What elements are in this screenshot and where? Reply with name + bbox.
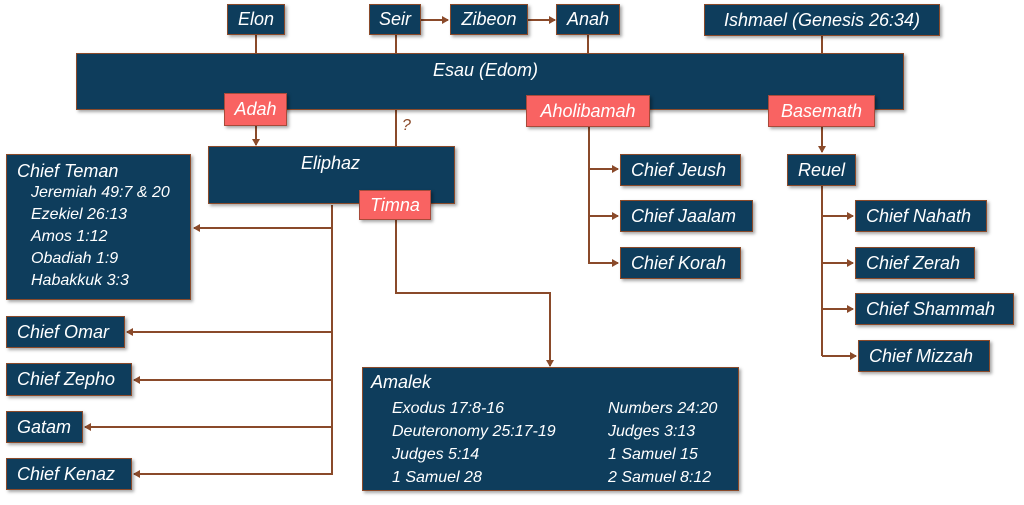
node-chief-omar[interactable]: Chief Omar bbox=[6, 316, 125, 348]
elon-label: Elon bbox=[237, 9, 275, 29]
node-elon[interactable]: Elon bbox=[227, 4, 285, 35]
zerah-label: Chief Zerah bbox=[866, 252, 961, 273]
node-chief-jeush[interactable]: Chief Jeush bbox=[620, 154, 741, 186]
node-seir[interactable]: Seir bbox=[369, 4, 421, 35]
amalek-ref: Deuteronomy 25:17-19 bbox=[392, 423, 556, 440]
kenaz-label: Chief Kenaz bbox=[17, 463, 116, 484]
node-adah[interactable]: Adah bbox=[224, 93, 287, 126]
node-anah[interactable]: Anah bbox=[556, 4, 620, 35]
amalek-ref: Judges 5:14 bbox=[392, 446, 480, 463]
amalek-ref: Numbers 24:20 bbox=[608, 400, 718, 417]
uncertain-link-label: ? bbox=[402, 117, 411, 134]
node-chief-teman[interactable]: Chief Teman Jeremiah 49:7 & 20 Ezekiel 2… bbox=[6, 154, 191, 300]
amalek-ref: Judges 3:13 bbox=[608, 423, 696, 440]
teman-ref: Amos 1:12 bbox=[31, 228, 108, 245]
node-ishmael[interactable]: Ishmael (Genesis 26:34) bbox=[704, 4, 940, 36]
korah-label: Chief Korah bbox=[631, 252, 727, 273]
aholibamah-label: Aholibamah bbox=[540, 100, 636, 121]
node-chief-mizzah[interactable]: Chief Mizzah bbox=[858, 340, 990, 372]
amalek-ref: 2 Samuel 8:12 bbox=[608, 469, 712, 486]
node-chief-korah[interactable]: Chief Korah bbox=[620, 247, 741, 279]
ishmael-label: Ishmael (Genesis 26:34) bbox=[723, 9, 921, 30]
zepho-label: Chief Zepho bbox=[17, 369, 116, 389]
zibeon-label: Zibeon bbox=[461, 9, 517, 29]
teman-ref: Obadiah 1:9 bbox=[31, 250, 119, 267]
node-basemath[interactable]: Basemath bbox=[768, 95, 875, 127]
node-chief-kenaz[interactable]: Chief Kenaz bbox=[6, 458, 132, 490]
omar-label: Chief Omar bbox=[17, 321, 110, 342]
mizzah-label: Chief Mizzah bbox=[869, 345, 974, 366]
node-reuel[interactable]: Reuel bbox=[787, 154, 856, 186]
node-zibeon[interactable]: Zibeon bbox=[450, 4, 528, 35]
seir-label: Seir bbox=[378, 9, 411, 29]
timna-label: Timna bbox=[370, 194, 420, 215]
teman-ref: Habakkuk 3:3 bbox=[31, 272, 129, 289]
basemath-label: Basemath bbox=[780, 100, 863, 121]
node-amalek[interactable]: Amalek Exodus 17:8-16 Deuteronomy 25:17-… bbox=[362, 367, 739, 491]
amalek-ref: 1 Samuel 28 bbox=[392, 469, 482, 486]
node-chief-zepho[interactable]: Chief Zepho bbox=[6, 363, 132, 396]
node-gatam[interactable]: Gatam bbox=[6, 411, 83, 443]
jeush-label: Chief Jeush bbox=[631, 159, 727, 180]
anah-label: Anah bbox=[566, 9, 610, 29]
amalek-ref: 1 Samuel 15 bbox=[608, 446, 698, 463]
node-chief-nahath[interactable]: Chief Nahath bbox=[855, 200, 987, 232]
jaalam-label: Chief Jaalam bbox=[631, 205, 737, 226]
amalek-ref: Exodus 17:8-16 bbox=[392, 400, 505, 417]
teman-ref: Ezekiel 26:13 bbox=[31, 206, 128, 223]
teman-title: Chief Teman bbox=[17, 161, 119, 181]
eliphaz-label: Eliphaz bbox=[301, 153, 361, 173]
amalek-title: Amalek bbox=[371, 372, 432, 392]
shammah-label: Chief Shammah bbox=[866, 298, 996, 319]
node-aholibamah[interactable]: Aholibamah bbox=[526, 95, 650, 127]
esau-label: Esau (Edom) bbox=[433, 60, 539, 80]
line-timna-amalek bbox=[395, 220, 554, 367]
nahath-label: Chief Nahath bbox=[866, 205, 972, 226]
node-timna[interactable]: Timna bbox=[359, 190, 431, 220]
node-chief-zerah[interactable]: Chief Zerah bbox=[855, 247, 975, 279]
node-chief-jaalam[interactable]: Chief Jaalam bbox=[620, 200, 753, 232]
node-chief-shammah[interactable]: Chief Shammah bbox=[855, 293, 1014, 325]
gatam-label: Gatam bbox=[17, 416, 72, 437]
adah-label: Adah bbox=[234, 99, 277, 119]
reuel-label: Reuel bbox=[798, 159, 846, 180]
teman-ref: Jeremiah 49:7 & 20 bbox=[31, 184, 170, 201]
